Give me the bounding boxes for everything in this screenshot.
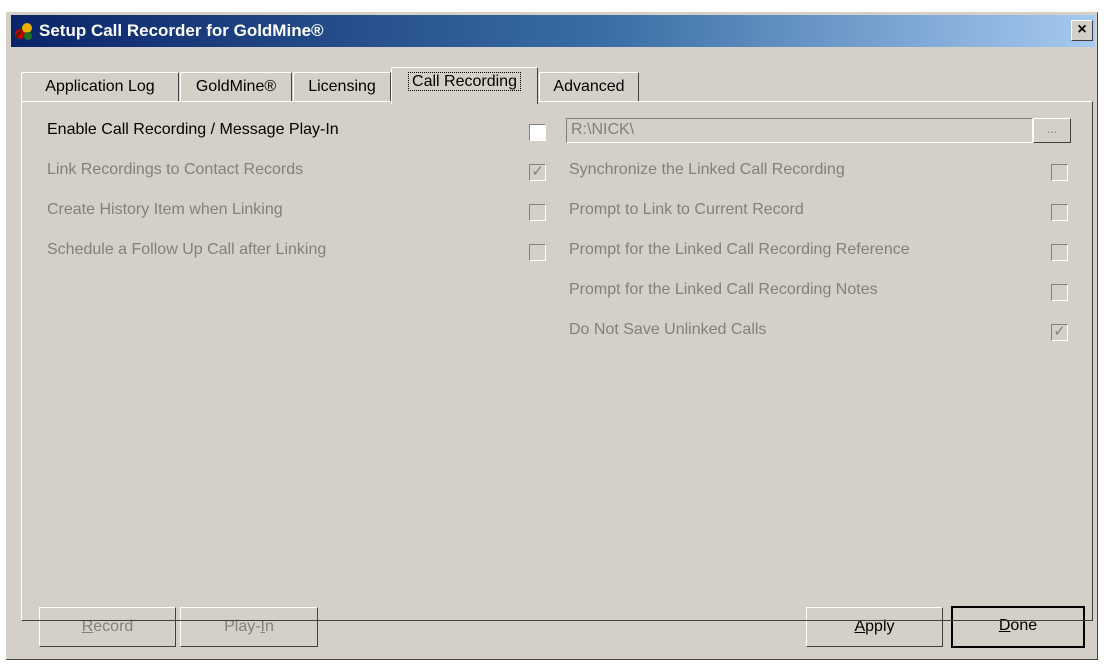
tab-label: Call Recording [408, 72, 521, 91]
tab-panel [21, 101, 1093, 621]
tab-label: GoldMine® [195, 78, 277, 95]
close-button[interactable]: × [1071, 20, 1093, 41]
title-bar[interactable]: Setup Call Recorder for GoldMine® × [11, 15, 1095, 47]
tab-label: Advanced [553, 78, 625, 95]
tab-label: Application Log [45, 78, 155, 95]
dialog-window: Setup Call Recorder for GoldMine® × Appl… [6, 12, 1098, 660]
tab-call-recording[interactable]: Call Recording [391, 67, 538, 104]
tab-label: Licensing [308, 78, 376, 95]
app-icon [14, 23, 32, 40]
tab-advanced[interactable]: Advanced [539, 72, 639, 102]
window-title: Setup Call Recorder for GoldMine® [39, 21, 324, 40]
tab-application-log[interactable]: Application Log [21, 72, 179, 102]
tab-goldmine[interactable]: GoldMine® [180, 72, 292, 102]
close-icon: × [1077, 21, 1087, 38]
tab-licensing[interactable]: Licensing [293, 72, 391, 102]
